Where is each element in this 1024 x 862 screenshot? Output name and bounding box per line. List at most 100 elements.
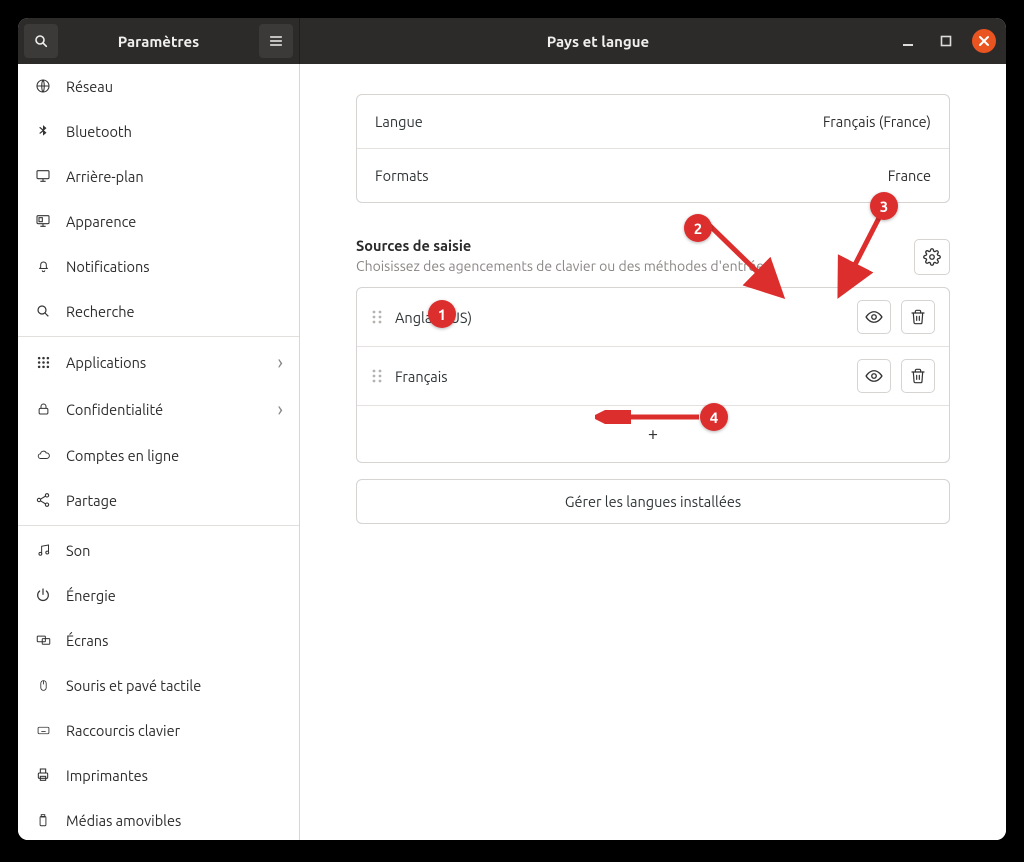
- removable-icon: [34, 811, 52, 829]
- sidebar-item-applications[interactable]: Applications ›: [18, 339, 299, 386]
- sidebar-item-son[interactable]: Son: [18, 528, 299, 573]
- annotation-badge-2: 2: [684, 214, 712, 242]
- input-source-label: Français: [395, 368, 448, 385]
- sidebar-item-label: Applications: [66, 354, 146, 371]
- content-area: Langue Français (France) Formats France …: [300, 64, 1006, 840]
- mouse-icon: [34, 676, 52, 694]
- share-icon: [34, 491, 52, 509]
- formats-row[interactable]: Formats France: [357, 149, 949, 202]
- sidebar-item-apparence[interactable]: Apparence: [18, 199, 299, 244]
- hamburger-button[interactable]: [259, 24, 293, 58]
- sidebar-item-label: Imprimantes: [66, 767, 148, 784]
- sidebar-item-label: Notifications: [66, 258, 150, 275]
- sidebar-item-souris-et-pav-tactile[interactable]: Souris et pavé tactile: [18, 663, 299, 708]
- window-body: Réseau Bluetooth Arrière-plan Apparence Noti…: [18, 64, 1006, 840]
- settings-window: Paramètres Pays et langue Rés: [18, 18, 1006, 840]
- sidebar-item-m-dias-amovibles[interactable]: Médias amovibles: [18, 798, 299, 840]
- sidebar-item-r-seau[interactable]: Réseau: [18, 64, 299, 109]
- sidebar-item-label: Médias amovibles: [66, 812, 181, 829]
- sidebar-item--crans[interactable]: Écrans: [18, 618, 299, 663]
- search-icon: [33, 33, 49, 49]
- annotation-badge-1: 1: [428, 300, 456, 328]
- language-value: Français (France): [823, 113, 931, 130]
- sidebar-item-label: Bluetooth: [66, 123, 132, 140]
- headerbar-left: Paramètres: [18, 18, 300, 64]
- input-sources-subtitle: Choisissez des agencements de clavier ou…: [356, 258, 898, 274]
- keyboard-icon: [34, 721, 52, 739]
- sidebar-item-label: Son: [66, 542, 90, 559]
- trash-icon: [910, 309, 926, 325]
- power-icon: [34, 586, 52, 604]
- sidebar-item-label: Comptes en ligne: [66, 447, 179, 464]
- gear-icon: [923, 248, 941, 266]
- trash-icon: [910, 368, 926, 384]
- sidebar-item-notifications[interactable]: Notifications: [18, 244, 299, 289]
- maximize-button[interactable]: [934, 29, 958, 53]
- view-layout-button[interactable]: [857, 359, 891, 393]
- view-layout-button[interactable]: [857, 300, 891, 334]
- sidebar-item-arri-re-plan[interactable]: Arrière-plan: [18, 154, 299, 199]
- headerbar: Paramètres Pays et langue: [18, 18, 1006, 64]
- remove-source-button[interactable]: [901, 359, 935, 393]
- sidebar-item-label: Souris et pavé tactile: [66, 677, 201, 694]
- eye-icon: [865, 367, 883, 385]
- chevron-right-icon: ›: [277, 352, 283, 372]
- bluetooth-icon: [34, 122, 52, 140]
- cloud-icon: [34, 446, 52, 464]
- input-source-row[interactable]: Français: [357, 347, 949, 406]
- sidebar-item-bluetooth[interactable]: Bluetooth: [18, 109, 299, 154]
- sidebar-item-label: Raccourcis clavier: [66, 722, 180, 739]
- sidebar-item-label: Recherche: [66, 303, 135, 320]
- display-icon: [34, 167, 52, 185]
- minimize-icon: [901, 34, 915, 48]
- sidebar[interactable]: Réseau Bluetooth Arrière-plan Apparence Noti…: [18, 64, 300, 840]
- sidebar-item-recherche[interactable]: Recherche: [18, 289, 299, 334]
- page-title: Pays et langue: [300, 33, 896, 50]
- search-button[interactable]: [24, 24, 58, 58]
- music-icon: [34, 541, 52, 559]
- window-controls: [896, 29, 1006, 53]
- language-label: Langue: [375, 113, 423, 130]
- chevron-right-icon: ›: [277, 399, 283, 419]
- appearance-icon: [34, 212, 52, 230]
- headerbar-right: Pays et langue: [300, 18, 1006, 64]
- sidebar-title: Paramètres: [66, 33, 251, 50]
- sidebar-item-comptes-en-ligne[interactable]: Comptes en ligne: [18, 433, 299, 478]
- input-sources-header: Sources de saisie Choisissez des agencem…: [356, 237, 950, 275]
- printer-icon: [34, 766, 52, 784]
- input-sources-title: Sources de saisie: [356, 237, 898, 254]
- sidebar-item-raccourcis-clavier[interactable]: Raccourcis clavier: [18, 708, 299, 753]
- sidebar-item-imprimantes[interactable]: Imprimantes: [18, 753, 299, 798]
- language-row[interactable]: Langue Français (France): [357, 95, 949, 149]
- close-button[interactable]: [972, 29, 996, 53]
- sidebar-item-label: Réseau: [66, 78, 113, 95]
- sidebar-item-label: Partage: [66, 492, 117, 509]
- manage-languages-button[interactable]: Gérer les langues installées: [356, 479, 950, 524]
- eye-icon: [865, 308, 883, 326]
- input-options-button[interactable]: [914, 239, 950, 275]
- sidebar-item-label: Apparence: [66, 213, 136, 230]
- sidebar-item-label: Énergie: [66, 587, 116, 604]
- maximize-icon: [940, 35, 952, 47]
- sidebar-item-label: Confidentialité: [66, 401, 163, 418]
- sidebar-item-partage[interactable]: Partage: [18, 478, 299, 523]
- drag-handle-icon[interactable]: [371, 368, 383, 384]
- sidebar-separator: [18, 336, 299, 337]
- plus-icon: +: [648, 424, 658, 444]
- sidebar-item-label: Écrans: [66, 632, 108, 649]
- remove-source-button[interactable]: [901, 300, 935, 334]
- sidebar-item--nergie[interactable]: Énergie: [18, 573, 299, 618]
- manage-languages-label: Gérer les langues installées: [565, 493, 741, 510]
- formats-value: France: [888, 167, 931, 184]
- minimize-button[interactable]: [896, 29, 920, 53]
- drag-handle-icon[interactable]: [371, 309, 383, 325]
- search-icon: [34, 302, 52, 320]
- formats-label: Formats: [375, 167, 429, 184]
- apps-icon: [34, 353, 52, 371]
- sidebar-separator: [18, 525, 299, 526]
- add-input-source-button[interactable]: +: [357, 406, 949, 462]
- annotation-badge-3: 3: [870, 192, 898, 220]
- sidebar-item-confidentialit-[interactable]: Confidentialité ›: [18, 386, 299, 433]
- bell-icon: [34, 257, 52, 275]
- annotation-badge-4: 4: [700, 403, 728, 431]
